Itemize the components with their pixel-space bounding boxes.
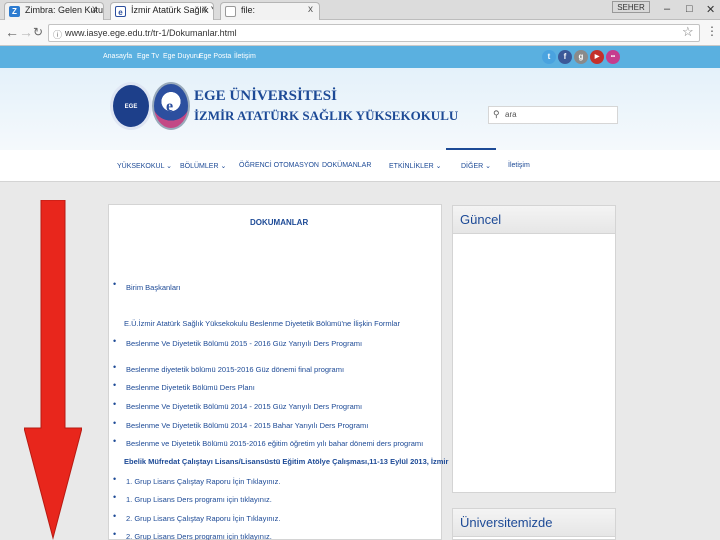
page-title: DOKUMANLAR xyxy=(250,218,309,227)
nav-yuksekokul[interactable]: YÜKSEKOKUL ⌄ xyxy=(117,162,172,170)
document-link[interactable]: Beslenme ve Diyetetik Bölümü 2015-2016 e… xyxy=(126,439,423,448)
browser-tab-iasye[interactable]: e İzmir Atatürk Sağlık Yük x xyxy=(110,2,214,20)
nav-active-indicator xyxy=(446,148,496,150)
address-bar: ← → ↻ ⓘ www.iasye.ege.edu.tr/tr-1/Dokuma… xyxy=(0,20,720,46)
back-icon[interactable]: ← xyxy=(5,24,19,40)
nav-dokumanlar[interactable]: DOKÜMANLAR xyxy=(322,162,371,169)
nav-bolumler[interactable]: BÖLÜMLER ⌄ xyxy=(180,162,226,170)
nav-diger[interactable]: DİĞER ⌄ xyxy=(461,162,491,170)
document-link[interactable]: 1. Grup Lisans Ders programı için tıklay… xyxy=(126,495,272,504)
tab-close-icon[interactable]: x xyxy=(308,4,313,15)
flickr-icon[interactable]: •• xyxy=(606,50,620,64)
bullet-icon: • xyxy=(113,336,117,346)
bullet-icon: • xyxy=(113,279,117,289)
toplink-egeduyuru[interactable]: Ege Duyuru xyxy=(163,53,200,60)
toplink-egeposta[interactable]: Ege Posta xyxy=(199,53,231,60)
document-link[interactable]: Beslenme diyetetik bölümü 2015-2016 Güz … xyxy=(126,365,344,374)
bullet-icon: • xyxy=(113,436,117,446)
zimbra-favicon-icon: Z xyxy=(9,6,20,17)
search-input[interactable]: ⚲ ara xyxy=(488,106,618,124)
nav-etkinlikler[interactable]: ETKİNLİKLER ⌄ xyxy=(389,162,442,170)
sidebar-guncel-title: Güncel xyxy=(453,206,615,234)
googleplus-icon[interactable]: g xyxy=(574,50,588,64)
page-info-icon[interactable]: ⓘ xyxy=(53,28,62,41)
sidebar-universitemizde-title: Üniversitemizde xyxy=(453,509,615,537)
site-topbar: Anasayfa Ege Tv Ege Duyuru Ege Posta İle… xyxy=(0,46,720,68)
document-link[interactable]: Beslenme Ve Diyetetik Bölümü 2014 - 2015… xyxy=(126,421,368,430)
browser-tab-file[interactable]: file: x xyxy=(220,2,320,20)
bullet-icon: • xyxy=(113,474,117,484)
document-link[interactable]: Beslenme Ve Diyetetik Bölümü 2015 - 2016… xyxy=(126,339,362,348)
sidebar-universitemizde: Üniversitemizde xyxy=(452,508,616,540)
document-link[interactable]: Beslenme Ve Diyetetik Bölümü 2014 - 2015… xyxy=(126,402,362,411)
bullet-icon: • xyxy=(113,529,117,539)
facebook-icon[interactable]: f xyxy=(558,50,572,64)
reload-icon[interactable]: ↻ xyxy=(33,25,43,39)
twitter-icon[interactable]: t xyxy=(542,50,556,64)
bullet-icon: • xyxy=(113,380,117,390)
tab-title: file: xyxy=(241,5,256,15)
nav-ogrenci-otomasyon[interactable]: ÖĞRENCİ OTOMASYON xyxy=(239,162,319,169)
tab-close-icon[interactable]: x xyxy=(92,4,97,15)
site-subtitle: İZMİR ATATÜRK SAĞLIK YÜKSEKOKULU xyxy=(194,108,459,123)
bullet-icon: • xyxy=(113,511,117,521)
minimize-icon[interactable]: – xyxy=(664,3,670,15)
bookmark-star-icon[interactable]: ☆ xyxy=(682,24,694,40)
search-icon: ⚲ xyxy=(493,109,500,119)
nav-iletisim[interactable]: İletişim xyxy=(508,162,530,169)
ege-university-logo[interactable]: EGE xyxy=(110,82,152,130)
down-arrow-icon xyxy=(24,200,82,540)
youtube-icon[interactable]: ▶ xyxy=(590,50,604,64)
section-heading: Ebelik Müfredat Çalıştayı Lisans/Lisansü… xyxy=(124,457,449,466)
url-text: www.iasye.ege.edu.tr/tr-1/Dokumanlar.htm… xyxy=(65,28,237,38)
site-title: EGE ÜNİVERSİTESİ xyxy=(194,88,337,104)
document-favicon-icon xyxy=(225,6,236,17)
document-link[interactable]: 1. Grup Lisans Çalıştay Raporu İçin Tıkl… xyxy=(126,477,281,486)
bullet-icon: • xyxy=(113,399,117,409)
restore-icon[interactable]: □ xyxy=(686,3,693,15)
browser-tabstrip: Z Zimbra: Gelen Kutusu x e İzmir Atatürk… xyxy=(0,0,720,20)
sidebar-guncel: Güncel xyxy=(452,205,616,493)
document-link[interactable]: 2. Grup Lisans Çalıştay Raporu İçin Tıkl… xyxy=(126,514,281,523)
window-close-icon[interactable]: ✕ xyxy=(706,3,715,16)
toplink-iletisim[interactable]: İletişim xyxy=(234,53,256,60)
browser-menu-icon[interactable]: ⋮ xyxy=(706,24,718,38)
document-link[interactable]: Birim Başkanları xyxy=(126,283,181,292)
forward-icon[interactable]: → xyxy=(19,24,33,40)
toplink-egetv[interactable]: Ege Tv xyxy=(137,53,159,60)
browser-tab-zimbra[interactable]: Z Zimbra: Gelen Kutusu x xyxy=(4,2,104,20)
school-logo[interactable]: e xyxy=(152,82,190,130)
document-link[interactable]: 2. Grup Lisans Ders programı için tıklay… xyxy=(126,532,272,540)
site-header: EGE e EGE ÜNİVERSİTESİ İZMİR ATATÜRK SAĞ… xyxy=(0,68,720,150)
section-heading: E.Ü.İzmir Atatürk Sağlık Yüksekokulu Bes… xyxy=(124,319,400,328)
logo-letter: e xyxy=(166,98,174,115)
document-link[interactable]: Beslenme Diyetetik Bölümü Ders Planı xyxy=(126,383,255,392)
bullet-icon: • xyxy=(113,492,117,502)
main-nav: YÜKSEKOKUL ⌄ BÖLÜMLER ⌄ ÖĞRENCİ OTOMASYO… xyxy=(0,150,720,182)
ege-favicon-icon: e xyxy=(115,6,126,17)
tab-close-icon[interactable]: x xyxy=(202,4,207,15)
search-placeholder: ara xyxy=(505,110,517,119)
url-field[interactable]: ⓘ www.iasye.ege.edu.tr/tr-1/Dokumanlar.h… xyxy=(48,24,700,42)
bullet-icon: • xyxy=(113,418,117,428)
toplink-anasayfa[interactable]: Anasayfa xyxy=(103,53,132,60)
bullet-icon: • xyxy=(113,362,117,372)
profile-badge[interactable]: SEHER xyxy=(612,1,650,13)
